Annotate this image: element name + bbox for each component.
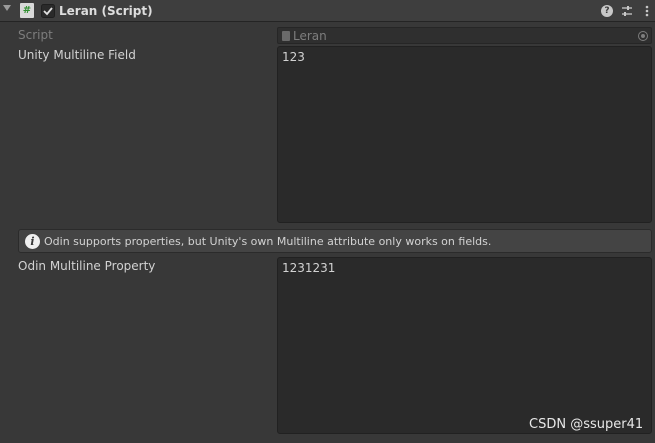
component-title: Leran (Script) — [59, 4, 153, 18]
context-menu-icon[interactable] — [640, 4, 654, 18]
script-label: Script — [18, 28, 53, 42]
object-picker-icon[interactable] — [638, 31, 648, 41]
unity-multiline-value: 123 — [282, 50, 305, 64]
odin-multiline-value: 1231231 — [282, 261, 336, 275]
info-box-text: Odin supports properties, but Unity's ow… — [44, 235, 492, 248]
script-object-value: Leran — [293, 29, 327, 43]
component-header[interactable]: # Leran (Script) ? — [0, 0, 655, 22]
unity-multiline-textarea[interactable]: 123 — [277, 46, 652, 223]
info-box: i Odin supports properties, but Unity's … — [18, 229, 652, 253]
watermark: CSDN @ssuper41 — [529, 417, 644, 432]
odin-multiline-textarea[interactable]: 1231231 — [277, 257, 652, 434]
preset-icon[interactable] — [620, 4, 634, 18]
odin-multiline-label: Odin Multiline Property — [18, 259, 156, 273]
foldout-arrow-icon[interactable] — [3, 5, 11, 11]
script-icon-glyph: # — [22, 5, 32, 16]
script-object-field[interactable]: Leran — [277, 27, 652, 44]
help-icon: ? — [601, 5, 613, 17]
enabled-checkbox[interactable] — [41, 4, 55, 18]
script-icon: # — [20, 3, 34, 18]
unity-multiline-label: Unity Multiline Field — [18, 48, 136, 62]
script-file-icon — [282, 31, 290, 41]
help-button[interactable]: ? — [600, 4, 614, 18]
info-icon: i — [25, 234, 40, 249]
